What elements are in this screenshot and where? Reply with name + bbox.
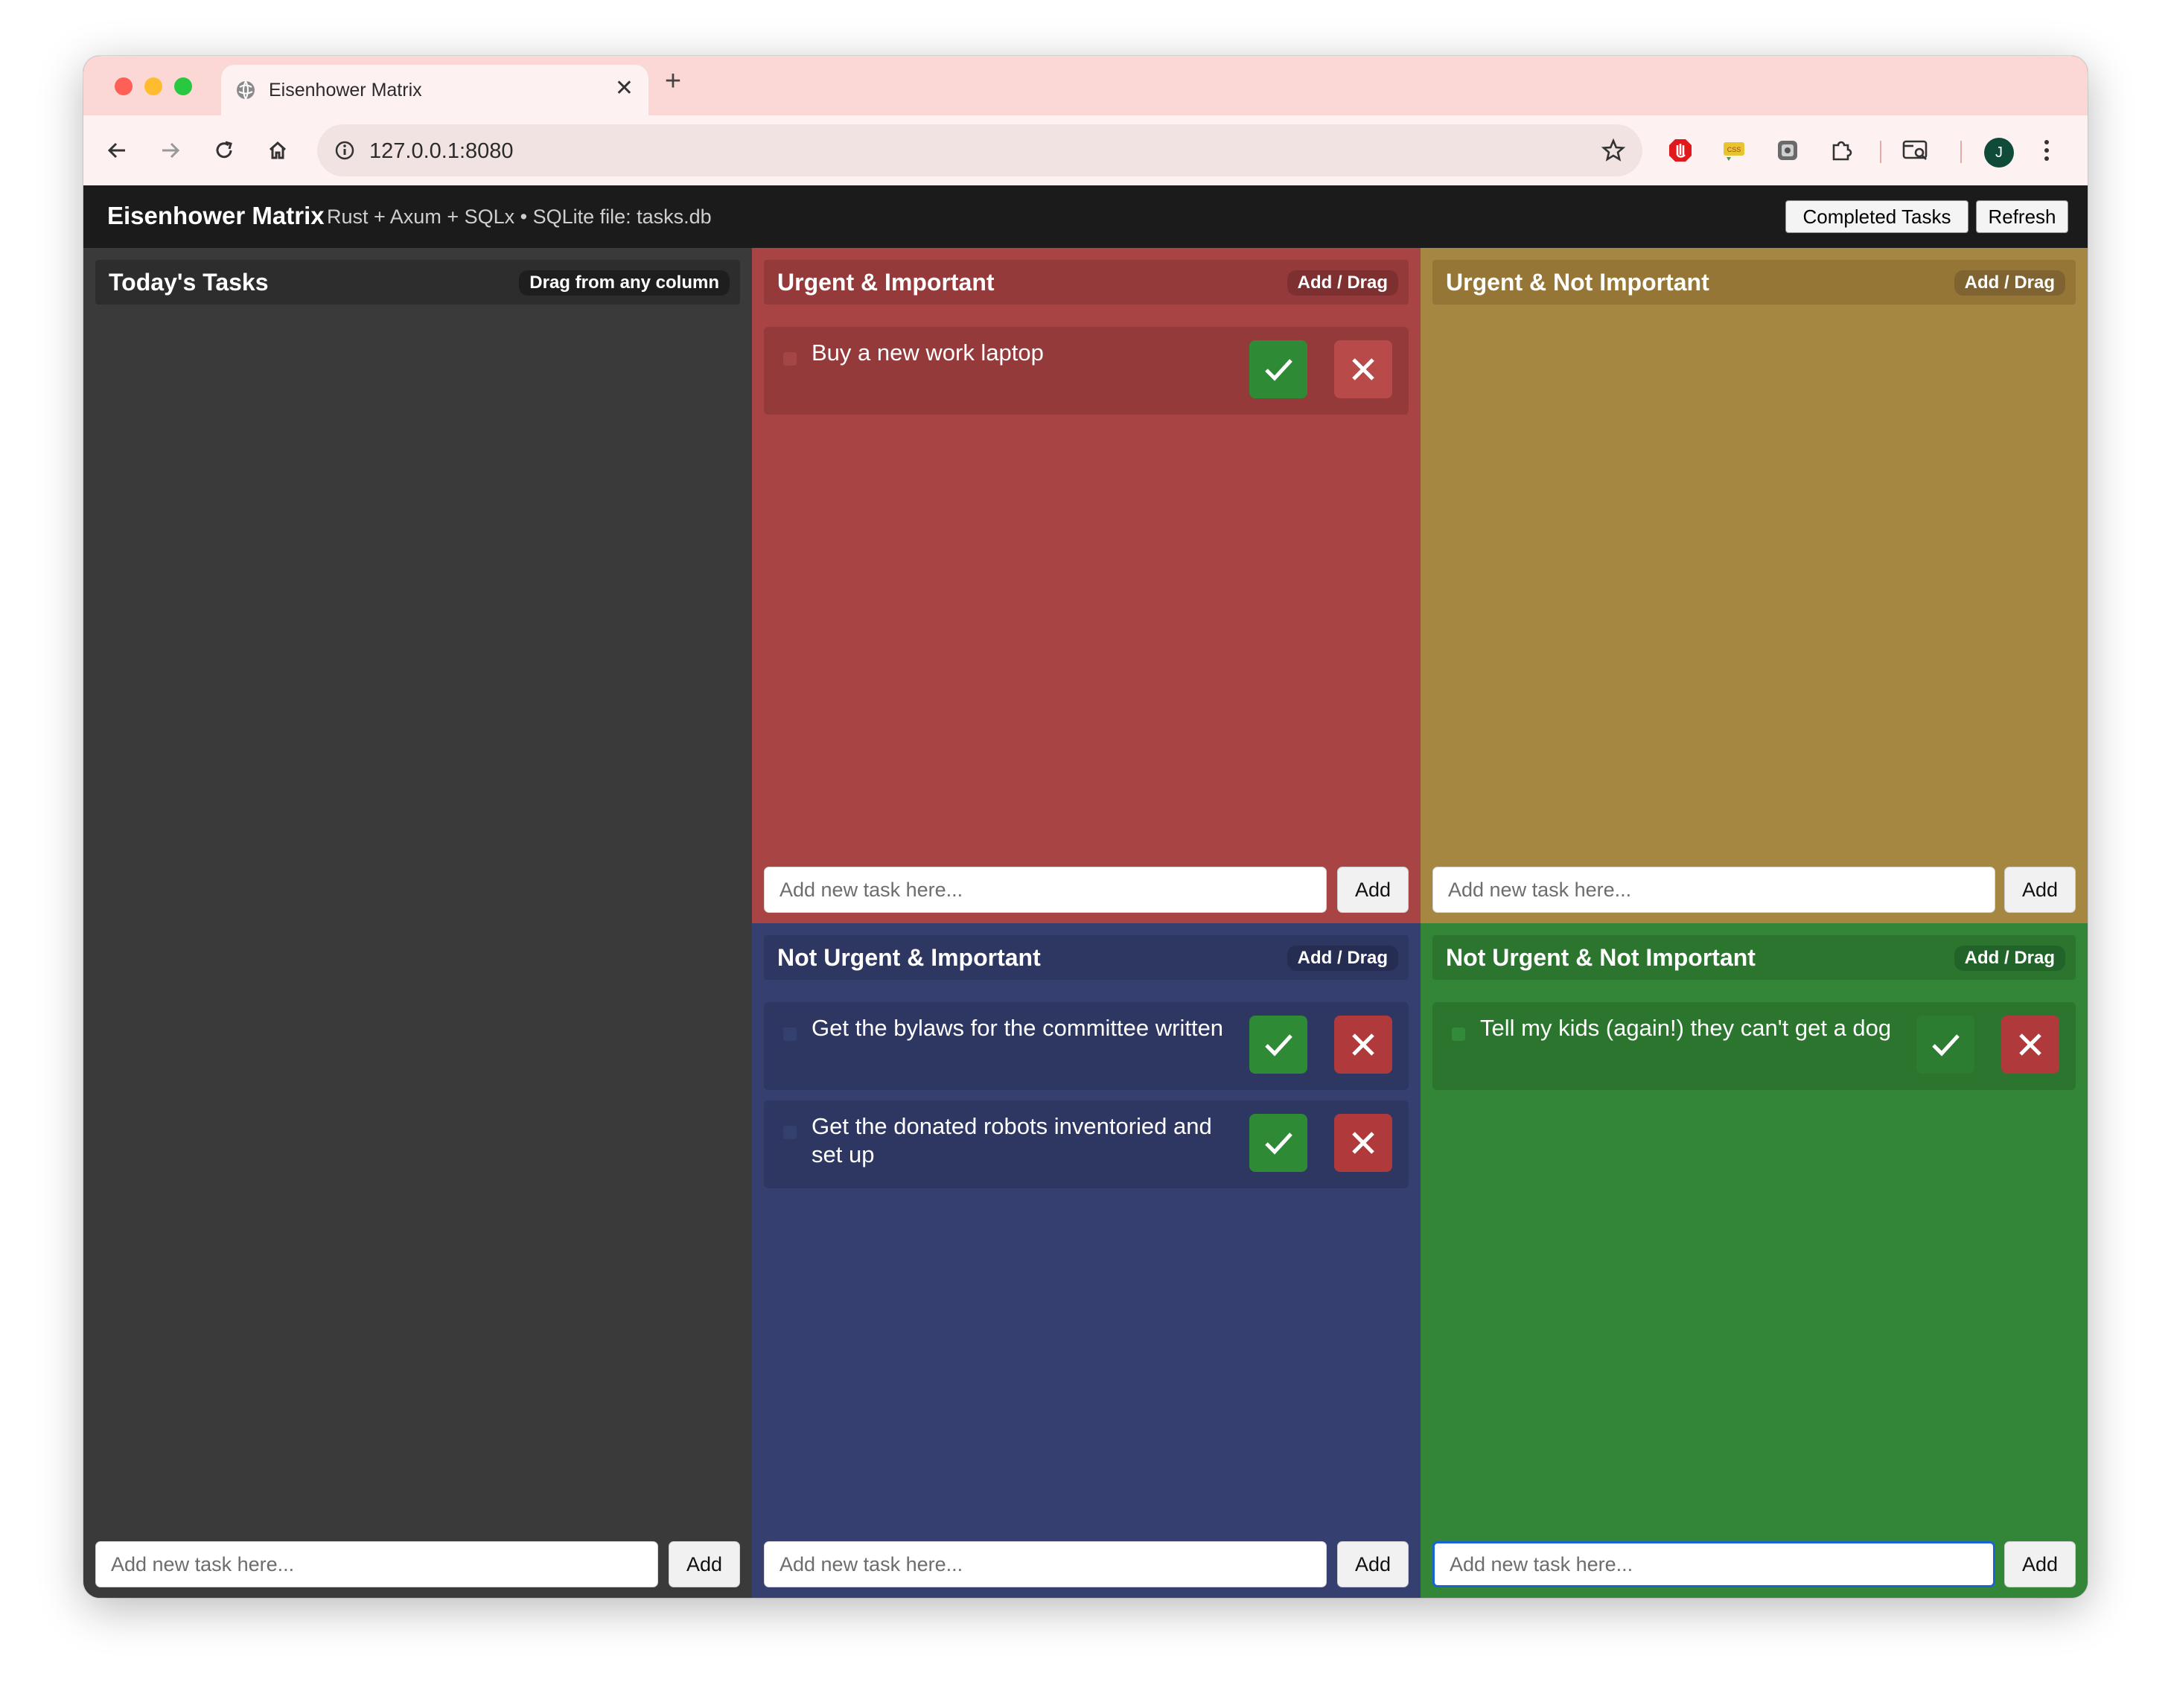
completed-tasks-button[interactable]: Completed Tasks: [1785, 200, 1968, 233]
add-task-row: Add: [1432, 1541, 2076, 1587]
add-drag-badge: Add / Drag: [1954, 946, 2065, 971]
tab-search-icon[interactable]: [1899, 133, 1933, 168]
profile-avatar[interactable]: J: [1984, 138, 2014, 168]
add-task-button[interactable]: Add: [669, 1541, 740, 1587]
add-drag-badge: Add / Drag: [1287, 270, 1398, 296]
task-text: Buy a new work laptop: [812, 340, 1044, 366]
new-task-input[interactable]: [764, 867, 1327, 913]
complete-task-button[interactable]: [1249, 1114, 1307, 1172]
column-header: Not Urgent & Not Important Add / Drag: [1432, 935, 2076, 980]
add-task-button[interactable]: Add: [2004, 1541, 2076, 1587]
add-task-row: Add: [764, 867, 1409, 913]
task-card[interactable]: Tell my kids (again!) they can't get a d…: [1432, 1002, 2076, 1090]
refresh-button[interactable]: Refresh: [1976, 200, 2068, 233]
column-today-header: Today's Tasks Drag from any column: [95, 260, 740, 305]
browser-tab[interactable]: Eisenhower Matrix ✕: [221, 65, 648, 115]
close-icon: [2019, 1033, 2041, 1056]
task-card[interactable]: Get the bylaws for the committee written: [764, 1002, 1409, 1090]
delete-task-button[interactable]: [1334, 1016, 1392, 1074]
close-icon: [1352, 1033, 1374, 1056]
drag-hint-badge: Drag from any column: [519, 270, 730, 296]
column-not-urgent-important[interactable]: Not Urgent & Important Add / Drag Get th…: [752, 923, 1421, 1598]
globe-icon: [235, 79, 257, 105]
task-text: Tell my kids (again!) they can't get a d…: [1480, 1015, 1892, 1041]
adblock-extension-icon[interactable]: [1663, 133, 1697, 168]
task-card[interactable]: Buy a new work laptop: [764, 327, 1409, 415]
delete-task-button[interactable]: [2001, 1016, 2059, 1074]
extension-icon[interactable]: [1770, 133, 1805, 168]
new-task-input[interactable]: [95, 1541, 658, 1587]
svg-text:CSS: CSS: [1727, 146, 1741, 153]
app-header: Eisenhower Matrix Rust + Axum + SQLx • S…: [83, 185, 2088, 248]
tab-close-icon[interactable]: ✕: [615, 75, 634, 101]
toolbar-divider: [1880, 141, 1881, 163]
task-card[interactable]: Get the donated robots inventoried and s…: [764, 1100, 1409, 1188]
drag-handle[interactable]: [1452, 1027, 1465, 1041]
column-header: Urgent & Important Add / Drag: [764, 260, 1409, 305]
new-task-input[interactable]: [764, 1541, 1327, 1587]
complete-task-button[interactable]: [1249, 340, 1307, 398]
column-not-urgent-not-important[interactable]: Not Urgent & Not Important Add / Drag Te…: [1421, 923, 2088, 1598]
minimize-window-button[interactable]: [144, 77, 162, 95]
forward-icon[interactable]: [153, 133, 188, 168]
address-bar[interactable]: 127.0.0.1:8080: [317, 124, 1642, 176]
column-title: Today's Tasks: [109, 269, 269, 296]
column-title: Not Urgent & Not Important: [1446, 944, 1756, 971]
add-task-button[interactable]: Add: [1337, 1541, 1409, 1587]
checkmark-icon: [1932, 1034, 1960, 1057]
add-task-button[interactable]: Add: [2004, 867, 2076, 913]
task-text: Get the donated robots inventoried and s…: [812, 1113, 1212, 1167]
css-extension-icon[interactable]: CSS: [1717, 133, 1751, 168]
toolbar-divider: [1960, 141, 1962, 163]
delete-task-button[interactable]: [1334, 340, 1392, 398]
zoom-window-button[interactable]: [174, 77, 192, 95]
bookmark-star-icon[interactable]: [1601, 138, 1626, 167]
column-header: Not Urgent & Important Add / Drag: [764, 935, 1409, 980]
tab-strip: Eisenhower Matrix ✕ +: [83, 56, 2088, 115]
column-header: Urgent & Not Important Add / Drag: [1432, 260, 2076, 305]
app-subtitle: Rust + Axum + SQLx • SQLite file: tasks.…: [327, 205, 712, 228]
kebab-menu-icon[interactable]: [2030, 133, 2064, 168]
add-drag-badge: Add / Drag: [1287, 946, 1398, 971]
column-urgent-not-important[interactable]: Urgent & Not Important Add / Drag Add: [1421, 248, 2088, 923]
app-title: Eisenhower Matrix: [107, 202, 325, 229]
column-urgent-important[interactable]: Urgent & Important Add / Drag Buy a new …: [752, 248, 1421, 923]
column-today[interactable]: Today's Tasks Drag from any column Add: [83, 248, 752, 1598]
add-drag-badge: Add / Drag: [1954, 270, 2065, 296]
checkmark-icon: [1265, 1132, 1292, 1155]
complete-task-button[interactable]: [1916, 1016, 1974, 1074]
site-info-icon[interactable]: [334, 139, 356, 165]
back-icon[interactable]: [100, 133, 134, 168]
task-text: Get the bylaws for the committee written: [812, 1015, 1224, 1041]
add-task-row: Add: [1432, 867, 2076, 913]
close-window-button[interactable]: [115, 77, 133, 95]
complete-task-button[interactable]: [1249, 1016, 1307, 1074]
column-title: Urgent & Important: [777, 269, 995, 296]
new-task-input[interactable]: [1432, 867, 1995, 913]
drag-handle[interactable]: [783, 352, 797, 366]
add-task-row: Add: [764, 1541, 1409, 1587]
add-task-row: Add: [95, 1541, 740, 1587]
home-icon[interactable]: [261, 133, 295, 168]
url-text: 127.0.0.1:8080: [369, 139, 514, 163]
new-tab-button[interactable]: +: [657, 65, 689, 98]
column-title: Urgent & Not Important: [1446, 269, 1709, 296]
checkmark-icon: [1265, 1034, 1292, 1057]
checkmark-icon: [1265, 359, 1292, 381]
close-icon: [1352, 1132, 1374, 1154]
reload-icon[interactable]: [207, 133, 241, 168]
drag-handle[interactable]: [783, 1126, 797, 1139]
browser-window: Eisenhower Matrix ✕ + 127.0.0.1:8080 CSS…: [83, 56, 2088, 1598]
new-task-input[interactable]: [1432, 1541, 1995, 1587]
drag-handle[interactable]: [783, 1027, 797, 1041]
tab-title: Eisenhower Matrix: [269, 80, 422, 101]
add-task-button[interactable]: Add: [1337, 867, 1409, 913]
close-icon: [1352, 358, 1374, 380]
browser-toolbar: 127.0.0.1:8080 CSS J: [83, 115, 2088, 185]
delete-task-button[interactable]: [1334, 1114, 1392, 1172]
column-title: Not Urgent & Important: [777, 944, 1041, 971]
puzzle-extensions-icon[interactable]: [1824, 133, 1858, 168]
